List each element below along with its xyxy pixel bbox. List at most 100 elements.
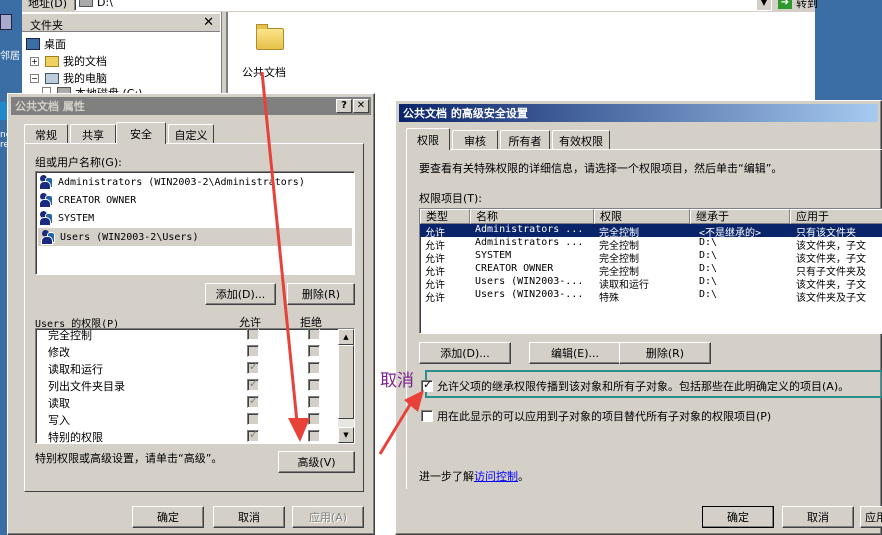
user-group-icon — [39, 193, 55, 208]
go-button[interactable]: ➜ 转到 — [778, 0, 828, 11]
tab-custom[interactable]: 自定义 — [168, 124, 214, 144]
cancel-button[interactable]: 取消 — [213, 506, 285, 528]
access-control-link[interactable]: 访问控制 — [474, 470, 518, 483]
tree-item-documents[interactable]: + 我的文档 — [30, 53, 107, 69]
permission-entries-table[interactable]: 类型 名称 权限 继承于 应用于 允许 Administrators ... 完… — [419, 208, 882, 334]
table-row[interactable]: 允许 Users (WIN2003-... 读取和运行 D:\ 该文件夹，子文 — [420, 276, 882, 291]
deny-checkbox[interactable] — [308, 345, 320, 357]
column-header[interactable]: 类型 — [420, 209, 470, 224]
allow-checkbox[interactable] — [247, 413, 259, 425]
expand-icon[interactable]: + — [30, 56, 39, 66]
column-label: 类型 — [426, 210, 448, 223]
deny-checkbox[interactable] — [308, 413, 320, 425]
allow-checkbox[interactable] — [247, 377, 259, 391]
close-icon[interactable]: ✕ — [203, 15, 214, 30]
user-list[interactable]: Administrators (WIN2003-2\Administrators… — [35, 171, 355, 275]
column-header[interactable]: 名称 — [470, 209, 594, 224]
inherit-option-label: 允许父项的继承权限传播到该对象和所有子对象。包括那些在此明确定义的项目(A)。 — [437, 380, 850, 393]
folder-item-public-docs[interactable]: 公共文档 — [238, 22, 298, 82]
folders-title: 文件夹 — [30, 19, 63, 32]
learn-more-suffix: 。 — [518, 470, 529, 483]
deny-checkbox[interactable] — [308, 362, 320, 374]
column-header[interactable]: 权限 — [594, 209, 690, 224]
list-item[interactable]: Administrators (WIN2003-2\Administrators… — [36, 174, 354, 190]
deny-checkbox[interactable] — [308, 430, 320, 442]
add-entry-button[interactable]: 添加(D)... — [419, 342, 511, 364]
button-label: 编辑(E)... — [550, 347, 600, 360]
permission-name: 读取 — [48, 397, 70, 410]
advanced-button[interactable]: 高级(V) — [278, 451, 355, 473]
collapse-icon[interactable]: − — [30, 73, 39, 83]
permission-name: 写入 — [48, 414, 70, 427]
list-item[interactable]: SYSTEM — [36, 210, 354, 226]
remove-user-button[interactable]: 删除(R) — [287, 283, 355, 305]
permission-row: 列出文件夹目录 — [36, 376, 341, 393]
scroll-down-arrow[interactable]: ▼ — [338, 427, 354, 443]
inherit-checkbox[interactable] — [421, 378, 433, 392]
folder-icon — [256, 28, 284, 50]
inherit-option[interactable]: 允许父项的继承权限传播到该对象和所有子对象。包括那些在此明确定义的项目(A)。 — [421, 378, 849, 394]
add-user-button[interactable]: 添加(D)... — [205, 283, 276, 305]
folder-tab — [256, 24, 268, 29]
button-label: 应用(A) — [308, 511, 348, 524]
tree-label: 我的文档 — [63, 55, 107, 68]
entry-inherited-from: D:\ — [699, 289, 718, 300]
entry-name: Administrators ... — [475, 224, 584, 235]
security-tab-panel: 组或用户名称(G): Administrators (WIN2003-2\Adm… — [24, 143, 364, 492]
apply-button[interactable]: 应用 — [860, 506, 882, 528]
apply-button[interactable]: 应用(A) — [292, 506, 364, 528]
tree-item-desktop[interactable]: 桌面 — [26, 36, 66, 52]
deny-checkbox[interactable] — [308, 396, 320, 408]
entry-name: Users (WIN2003-... — [475, 276, 584, 287]
permission-name: 列出文件夹目录 — [48, 380, 125, 393]
user-group-icon — [41, 230, 57, 245]
allow-checkbox[interactable] — [247, 345, 259, 357]
ok-button[interactable]: 确定 — [702, 506, 774, 528]
replace-option[interactable]: 用在此显示的可以应用到子对象的项目替代所有子对象的权限项目(P) — [421, 408, 771, 424]
tab-auditing[interactable]: 审核 — [452, 130, 498, 150]
column-header[interactable]: 继承于 — [690, 209, 790, 224]
table-row[interactable]: 允许 Administrators ... 完全控制 D:\ 该文件夹，子文 — [420, 237, 882, 252]
permissions-list[interactable]: 完全控制 修改 读取和运行 列出文件夹目录 读取 写入 特别的权限 ▲ ▼ — [35, 328, 355, 444]
tab-owner[interactable]: 所有者 — [500, 130, 550, 150]
close-icon[interactable]: ✕ — [353, 99, 369, 113]
list-item[interactable]: CREATOR OWNER — [36, 192, 354, 208]
scroll-up-arrow[interactable]: ▲ — [338, 329, 354, 345]
help-icon[interactable]: ? — [336, 99, 352, 113]
allow-checkbox[interactable] — [247, 329, 259, 340]
tab-security[interactable]: 安全 — [116, 122, 166, 144]
table-row[interactable]: 允许 SYSTEM 完全控制 D:\ 该文件夹，子文 — [420, 250, 882, 265]
tab-general[interactable]: 常规 — [24, 124, 68, 144]
deny-checkbox[interactable] — [308, 329, 320, 340]
deny-checkbox[interactable] — [308, 379, 320, 391]
scroll-thumb[interactable] — [338, 345, 354, 419]
address-input[interactable]: D:\ ▼ — [74, 0, 772, 11]
allow-checkbox[interactable] — [247, 428, 259, 442]
permissions-tab-panel: 要查看有关特殊权限的详细信息，请选择一个权限项目，然后单击“编辑”。 权限项目(… — [406, 149, 882, 489]
entry-type: 允许 — [425, 293, 445, 304]
entry-name: CREATOR OWNER — [475, 263, 554, 274]
edit-entry-button[interactable]: 编辑(E)... — [529, 342, 621, 364]
table-row[interactable]: 允许 Users (WIN2003-... 特殊 D:\ 该文件夹及子文 — [420, 289, 882, 304]
button-label: 添加(D)... — [215, 288, 266, 301]
tab-permissions[interactable]: 权限 — [406, 128, 450, 150]
tab-effective-permissions[interactable]: 有效权限 — [552, 130, 610, 150]
properties-title: 公共文档 属性 — [15, 100, 85, 113]
tab-sharing[interactable]: 共享 — [70, 124, 116, 144]
remove-entry-button[interactable]: 删除(R) — [619, 342, 711, 364]
button-label: 高级(V) — [297, 456, 336, 469]
permissions-scrollbar[interactable]: ▲ ▼ — [338, 329, 354, 443]
address-dropdown[interactable]: ▼ — [756, 0, 771, 10]
table-row[interactable]: 允许 Administrators ... 完全控制 <不是继承的> 只有该文件… — [420, 224, 882, 239]
table-row[interactable]: 允许 CREATOR OWNER 完全控制 D:\ 只有子文件夹及 — [420, 263, 882, 278]
tree-item-computer[interactable]: − 我的电脑 — [30, 70, 107, 86]
advanced-titlebar: 公共文档 的高级安全设置 — [399, 104, 878, 122]
allow-checkbox[interactable] — [247, 394, 259, 408]
ok-button[interactable]: 确定 — [132, 506, 204, 528]
cancel-button[interactable]: 取消 — [782, 506, 854, 528]
address-value: D:\ — [97, 0, 113, 9]
allow-checkbox[interactable] — [247, 360, 259, 374]
list-item-selected[interactable]: Users (WIN2003-2\Users) — [38, 228, 352, 246]
replace-checkbox[interactable] — [421, 410, 433, 422]
column-header[interactable]: 应用于 — [790, 209, 882, 224]
